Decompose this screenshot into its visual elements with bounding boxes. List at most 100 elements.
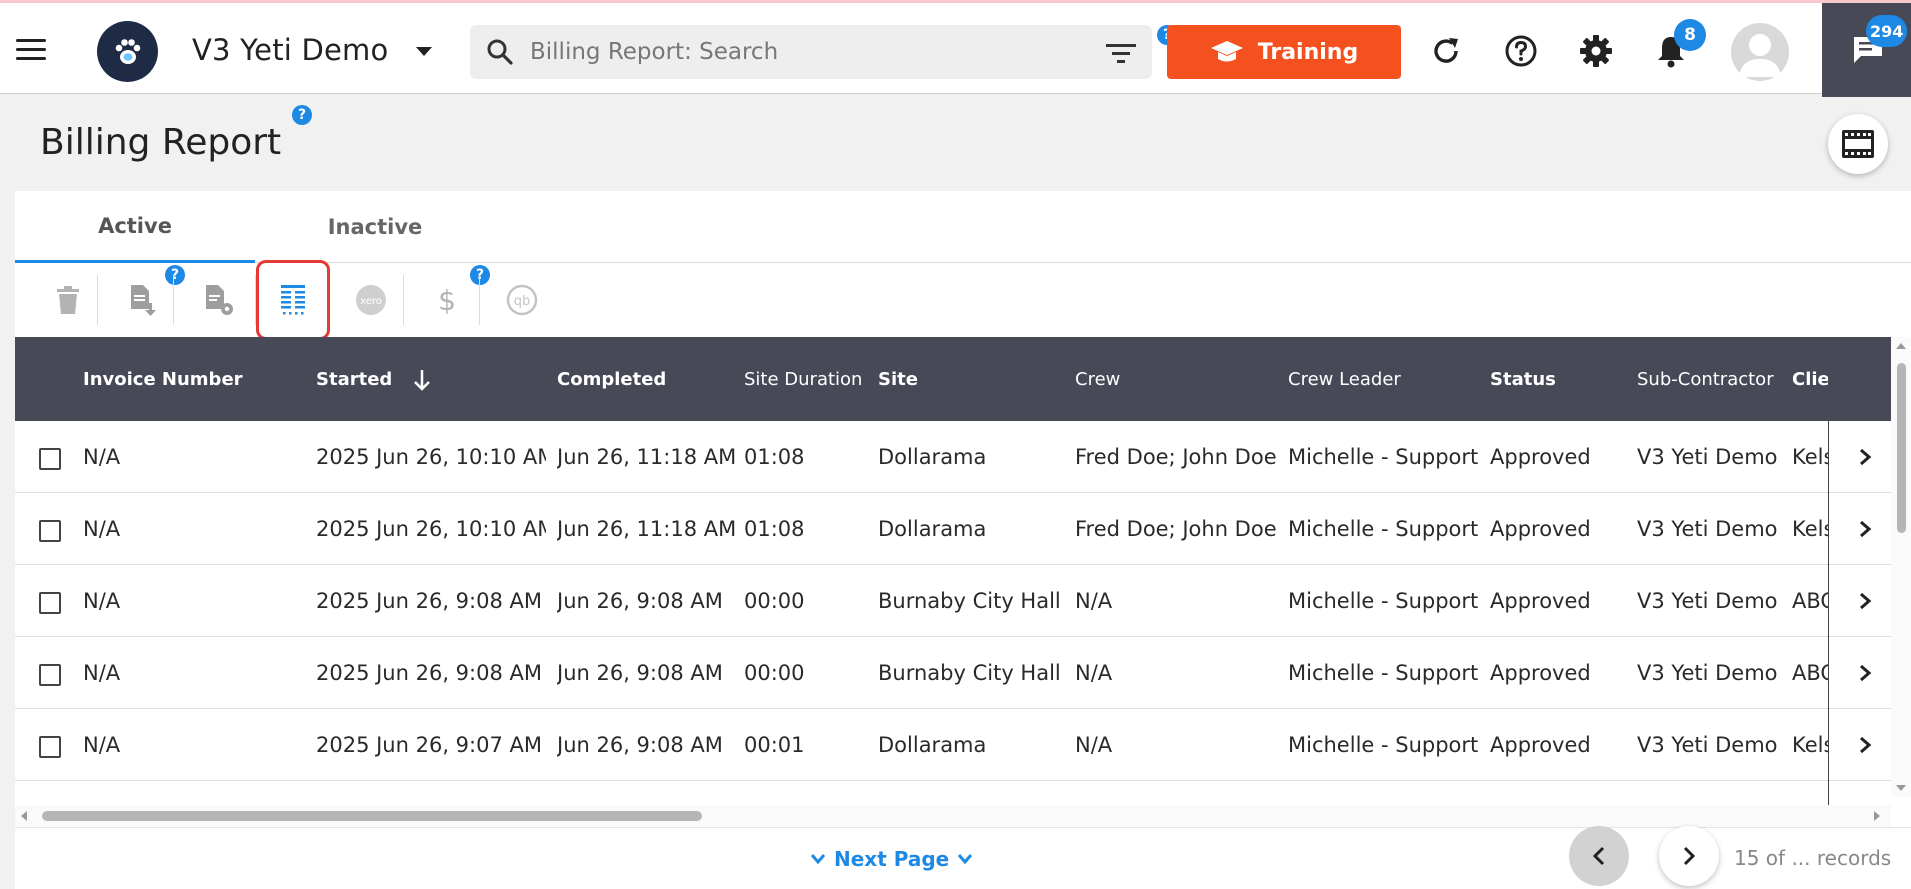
help-icon[interactable] — [1503, 33, 1539, 69]
xero-icon: xero — [356, 285, 386, 315]
app-title[interactable]: V3 Yeti Demo — [192, 33, 388, 67]
row-details-chevron-icon[interactable] — [1851, 443, 1879, 471]
cell-completed: Jun 26, 9:08 AM — [557, 589, 723, 613]
row-checkbox[interactable] — [39, 664, 61, 686]
toolbar: ? xero $ ? qb — [15, 260, 1911, 340]
column-header-site[interactable]: Site — [878, 337, 918, 421]
cell-started: 2025 Jun 26, 10:10 AM — [316, 445, 546, 469]
column-header-sub-contractor[interactable]: Sub-Contractor — [1637, 337, 1774, 421]
page-help-icon[interactable]: ? — [292, 105, 312, 125]
avatar[interactable] — [1731, 23, 1789, 81]
file-gear-icon — [206, 285, 233, 315]
cell-crew-leader: Michelle - Support — [1288, 733, 1479, 757]
svg-text:qb: qb — [514, 294, 531, 309]
dollar-icon: $ — [438, 284, 456, 317]
table-row[interactable]: N/A 2025 Jun 26, 9:07 AM Jun 26, 9:08 AM 00… — [15, 709, 1891, 781]
table-row[interactable]: N/A 2025 Jun 26, 9:08 AM Jun 26, 9:08 AM 00… — [15, 565, 1891, 637]
row-details-chevron-icon[interactable] — [1851, 731, 1879, 759]
export-report-button[interactable] — [114, 273, 172, 327]
table-row[interactable]: N/A 2025 Jun 26, 10:10 AM Jun 26, 11:18 AM… — [15, 493, 1891, 565]
column-header-status[interactable]: Status — [1490, 337, 1556, 421]
column-view-button[interactable] — [256, 260, 330, 340]
cell-invoice-number: N/A — [83, 661, 121, 685]
cell-status: Approved — [1490, 661, 1591, 685]
cell-completed: Jun 26, 9:08 AM — [557, 661, 723, 685]
payment-help-icon[interactable]: ? — [470, 265, 490, 285]
cell-started: 2025 Jun 26, 9:08 AM — [316, 589, 542, 613]
menu-icon[interactable] — [16, 39, 48, 61]
scroll-left-icon[interactable] — [19, 810, 29, 822]
row-checkbox[interactable] — [39, 592, 61, 614]
training-label: Training — [1257, 39, 1359, 65]
sort-descending-icon[interactable] — [412, 368, 432, 392]
tab-inactive[interactable]: Inactive — [255, 191, 495, 263]
column-header-crew[interactable]: Crew — [1075, 337, 1120, 421]
graduation-cap-icon — [1210, 41, 1243, 62]
column-header-crew-leader[interactable]: Crew Leader — [1288, 337, 1401, 421]
export-help-icon[interactable]: ? — [165, 265, 185, 285]
cell-status: Approved — [1490, 517, 1591, 541]
cell-crew: N/A — [1075, 733, 1113, 757]
cell-site-duration: 00:00 — [744, 661, 805, 685]
cell-sub-contractor: V3 Yeti Demo — [1637, 517, 1778, 541]
billing-report-card: Active Inactive ? xero $ ? qb Invoice Nu… — [15, 191, 1911, 889]
report-settings-button[interactable] — [190, 273, 248, 327]
column-header-started[interactable]: Started — [316, 337, 392, 421]
vertical-scrollbar[interactable] — [1891, 337, 1911, 797]
cell-sub-contractor: V3 Yeti Demo — [1637, 661, 1778, 685]
billing-table: Invoice Number Started Completed Site Du… — [15, 337, 1891, 807]
chevron-left-icon — [1592, 846, 1605, 866]
records-count: 15 of ... records — [1734, 846, 1892, 870]
chevron-down-icon — [958, 854, 973, 865]
quickbooks-sync-button[interactable]: qb — [493, 273, 551, 327]
cell-crew-leader: Michelle - Support — [1288, 589, 1479, 613]
scroll-down-icon[interactable] — [1895, 783, 1907, 793]
column-header-invoice-number[interactable]: Invoice Number — [83, 337, 243, 421]
xero-sync-button[interactable]: xero — [342, 273, 400, 327]
tab-active[interactable]: Active — [15, 191, 255, 263]
delete-button[interactable] — [39, 273, 97, 327]
row-details-chevron-icon[interactable] — [1851, 515, 1879, 543]
column-header-completed[interactable]: Completed — [557, 337, 666, 421]
next-page-label: Next Page — [834, 847, 950, 871]
table-row[interactable]: N/A 2025 Jun 26, 10:10 AM Jun 26, 11:18 AM… — [15, 421, 1891, 493]
scroll-up-icon[interactable] — [1895, 341, 1907, 351]
next-page-link[interactable]: Next Page — [810, 842, 973, 876]
row-details-chevron-icon[interactable] — [1851, 587, 1879, 615]
search-input[interactable] — [530, 33, 1070, 71]
cell-sub-contractor: V3 Yeti Demo — [1637, 445, 1778, 469]
cell-site-duration: 00:01 — [744, 733, 805, 757]
cell-completed: Jun 26, 11:18 AM — [557, 517, 737, 541]
column-header-client[interactable]: Clie — [1792, 337, 1828, 421]
app-logo[interactable] — [97, 21, 158, 82]
scroll-right-icon[interactable] — [1872, 810, 1882, 822]
gear-icon[interactable] — [1578, 33, 1614, 69]
previous-page-button[interactable] — [1569, 826, 1629, 886]
video-tutorial-button[interactable] — [1828, 114, 1888, 174]
cell-site: Dollarama — [878, 733, 987, 757]
toolbar-divider — [403, 275, 404, 325]
horizontal-scrollbar[interactable] — [15, 805, 1891, 827]
cell-client: ABC — [1792, 589, 1828, 613]
svg-text:xero: xero — [360, 296, 382, 307]
column-header-site-duration[interactable]: Site Duration — [744, 337, 862, 421]
row-checkbox[interactable] — [39, 448, 61, 470]
row-details-chevron-icon[interactable] — [1851, 659, 1879, 687]
vertical-scroll-thumb[interactable] — [1897, 363, 1906, 533]
payment-button[interactable]: $ — [418, 273, 476, 327]
cell-client: Kels — [1792, 445, 1828, 469]
training-button[interactable]: Training — [1167, 25, 1401, 79]
row-checkbox[interactable] — [39, 520, 61, 542]
app-switcher-caret-icon[interactable] — [416, 47, 432, 56]
horizontal-scroll-thumb[interactable] — [42, 811, 702, 821]
svg-text:$: $ — [438, 284, 456, 317]
refresh-icon[interactable] — [1428, 33, 1464, 69]
cell-sub-contractor: V3 Yeti Demo — [1637, 589, 1778, 613]
next-page-button[interactable] — [1659, 826, 1719, 886]
cell-crew-leader: Michelle - Support — [1288, 661, 1479, 685]
cell-site-duration: 01:08 — [744, 445, 805, 469]
table-row[interactable]: N/A 2025 Jun 26, 9:08 AM Jun 26, 9:08 AM 00… — [15, 637, 1891, 709]
filter-icon[interactable] — [1106, 42, 1136, 64]
trash-icon — [57, 286, 79, 314]
row-checkbox[interactable] — [39, 736, 61, 758]
